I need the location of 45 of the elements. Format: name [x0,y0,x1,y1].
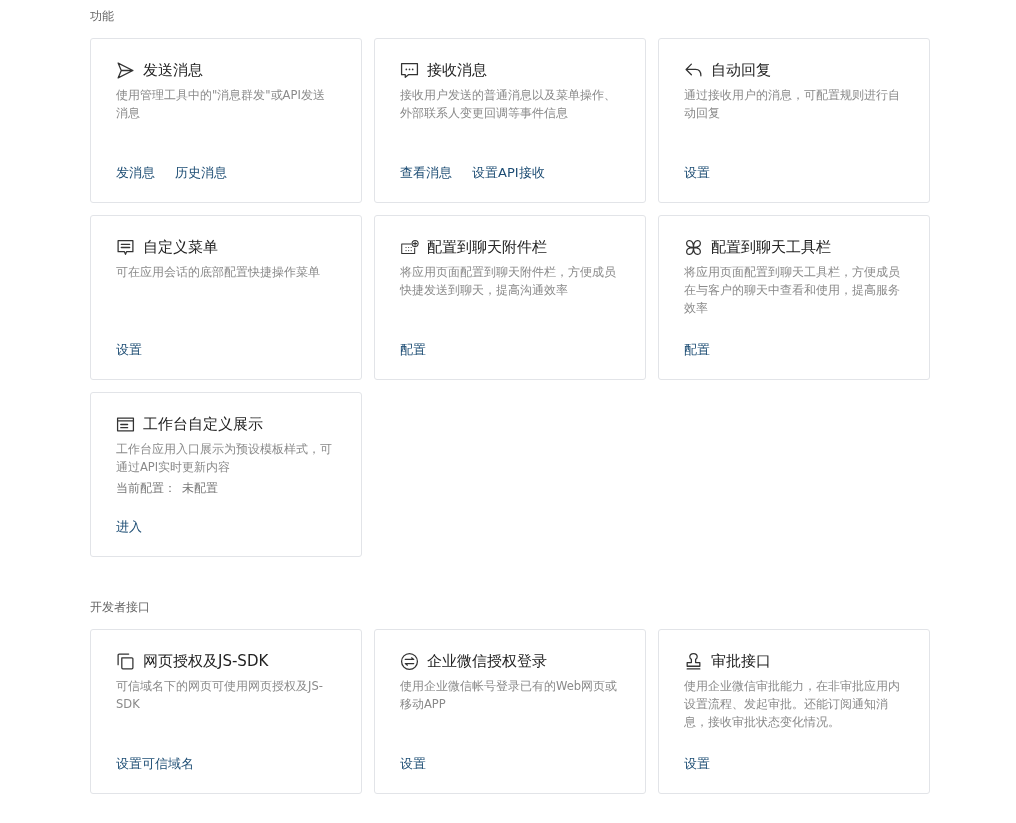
action-link[interactable]: 查看消息 [400,164,452,182]
card-description: 可信域名下的网页可使用网页授权及JS-SDK [116,678,324,713]
four-loops-icon [684,238,703,257]
action-link[interactable]: 设置 [400,755,426,773]
menu-list-icon [116,238,135,257]
card-description: 使用企业微信审批能力，在非审批应用内设置流程、发起审批。还能订阅通知消息，接收审批状态变化情况。 [684,678,901,731]
action-link[interactable]: 进入 [116,518,142,536]
action-link[interactable]: 历史消息 [175,164,227,182]
card-description: 接收用户发送的普通消息以及菜单操作、外部联系人变更回调等事件信息 [400,87,617,122]
section-heading: 功能 [90,8,114,25]
card-title: 工作台自定义展示 [143,415,263,434]
action-link[interactable]: 设置可信域名 [116,755,194,773]
card-title: 自定义菜单 [143,238,218,257]
card-title: 企业微信授权登录 [427,652,547,671]
copy-icon [116,652,135,671]
card-description: 将应用页面配置到聊天工具栏，方便成员在与客户的聊天中查看和使用，提高服务效率 [684,264,901,317]
card-description: 使用管理工具中的"消息群发"或API发送消息 [116,87,326,122]
card-title: 接收消息 [427,61,487,80]
card-description: 使用企业微信帐号登录已有的Web网页或移动APP [400,678,618,713]
window-card-icon [116,415,135,434]
circle-arrows-icon [400,652,419,671]
chat-bubble-icon [400,61,419,80]
action-link[interactable]: 设置 [684,755,710,773]
section-heading: 开发者接口 [90,599,150,616]
card-description: 可在应用会话的底部配置快捷操作菜单 [116,264,321,281]
paper-plane-icon [116,61,135,80]
card-title: 配置到聊天工具栏 [711,238,831,257]
action-link[interactable]: 配置 [684,341,710,359]
action-link[interactable]: 发消息 [116,164,155,182]
action-link[interactable]: 设置 [116,341,142,359]
card-title: 自动回复 [711,61,771,80]
card-description: 将应用页面配置到聊天附件栏，方便成员快捷发送到聊天，提高沟通效率 [400,264,617,299]
card-title: 网页授权及JS-SDK [143,652,269,671]
card-title: 发送消息 [143,61,203,80]
card-title: 审批接口 [711,652,771,671]
action-link[interactable]: 配置 [400,341,426,359]
stamp-icon [684,652,703,671]
card-title: 配置到聊天附件栏 [427,238,547,257]
card-description: 工作台应用入口展示为预设模板样式，可通过API实时更新内容 [116,441,333,476]
card-description: 通过接收用户的消息，可配置规则进行自动回复 [684,87,901,122]
status-value: 未配置 [182,481,218,496]
action-link[interactable]: 设置 [684,164,710,182]
grid-plus-icon [400,238,419,257]
action-link[interactable]: 设置API接收 [472,164,545,182]
status-label: 当前配置： [116,481,176,496]
